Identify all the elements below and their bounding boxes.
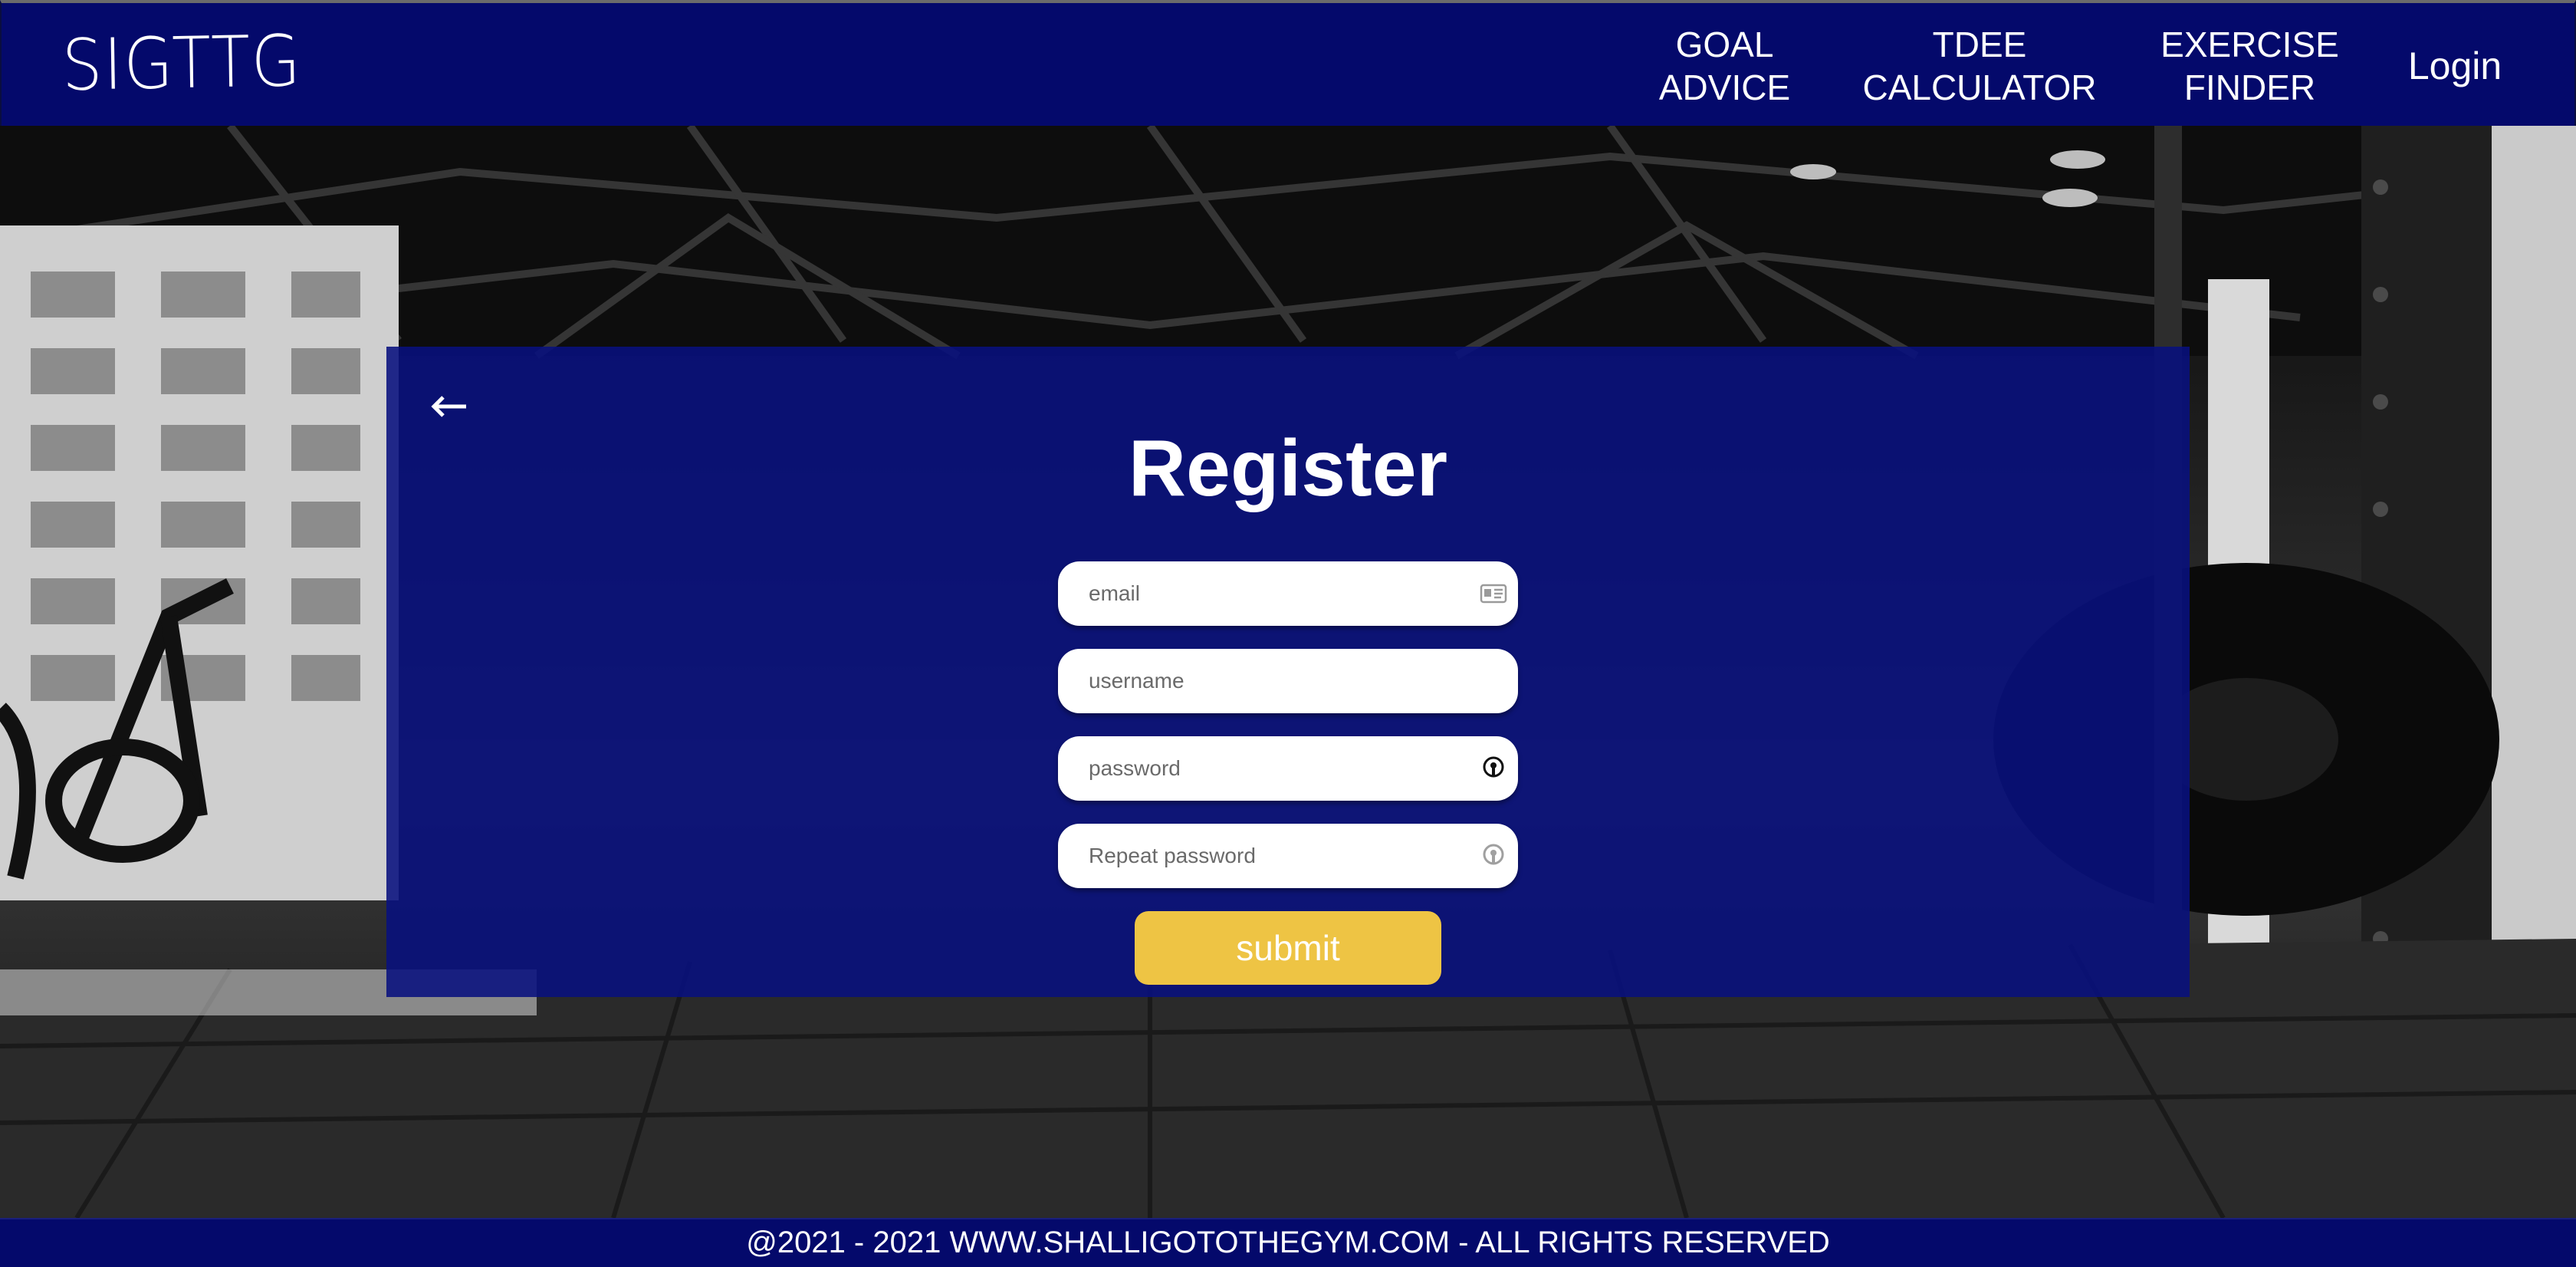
site-footer: @2021 - 2021 WWW.SHALLIGOTOTHEGYM.COM - … — [0, 1218, 2576, 1267]
footer-copyright: @2021 - 2021 WWW.SHALLIGOTOTHEGYM.COM - … — [746, 1226, 1830, 1259]
password-field[interactable] — [1058, 736, 1518, 801]
site-header: SIGTTG GOAL ADVICE TDEE CALCULATOR EXERC… — [0, 0, 2576, 126]
key-icon — [1483, 756, 1504, 778]
nav-goal-advice-line1: GOAL — [1675, 25, 1774, 64]
password-input[interactable] — [1089, 736, 1457, 801]
username-field[interactable] — [1058, 649, 1518, 713]
id-card-icon — [1480, 584, 1507, 604]
nav-tdee-calculator-line1: TDEE — [1932, 25, 2027, 64]
repeat-password-input[interactable] — [1089, 824, 1457, 888]
email-field[interactable] — [1058, 561, 1518, 626]
register-title: Register — [1128, 424, 1448, 513]
nav-tdee-calculator-line2: CALCULATOR — [1862, 67, 2097, 107]
nav-exercise-finder-line1: EXERCISE — [2160, 25, 2339, 64]
repeat-password-field[interactable] — [1058, 824, 1518, 888]
email-input[interactable] — [1089, 561, 1457, 626]
site-logo[interactable]: SIGTTG — [61, 20, 302, 107]
nav-exercise-finder-line2: FINDER — [2183, 67, 2316, 107]
submit-button[interactable]: submit — [1135, 911, 1441, 985]
nav-goal-advice-line2: ADVICE — [1658, 67, 1791, 107]
nav-exercise-finder[interactable]: EXERCISE FINDER — [2152, 23, 2348, 109]
username-input[interactable] — [1089, 649, 1457, 713]
key-icon — [1483, 844, 1504, 865]
nav-tdee-calculator[interactable]: TDEE CALCULATOR — [1857, 23, 2102, 109]
register-card: Register submit — [386, 347, 2190, 997]
nav-login[interactable]: Login — [2394, 44, 2516, 87]
back-arrow-icon[interactable] — [426, 383, 472, 429]
nav-goal-advice[interactable]: GOAL ADVICE — [1650, 23, 1799, 109]
